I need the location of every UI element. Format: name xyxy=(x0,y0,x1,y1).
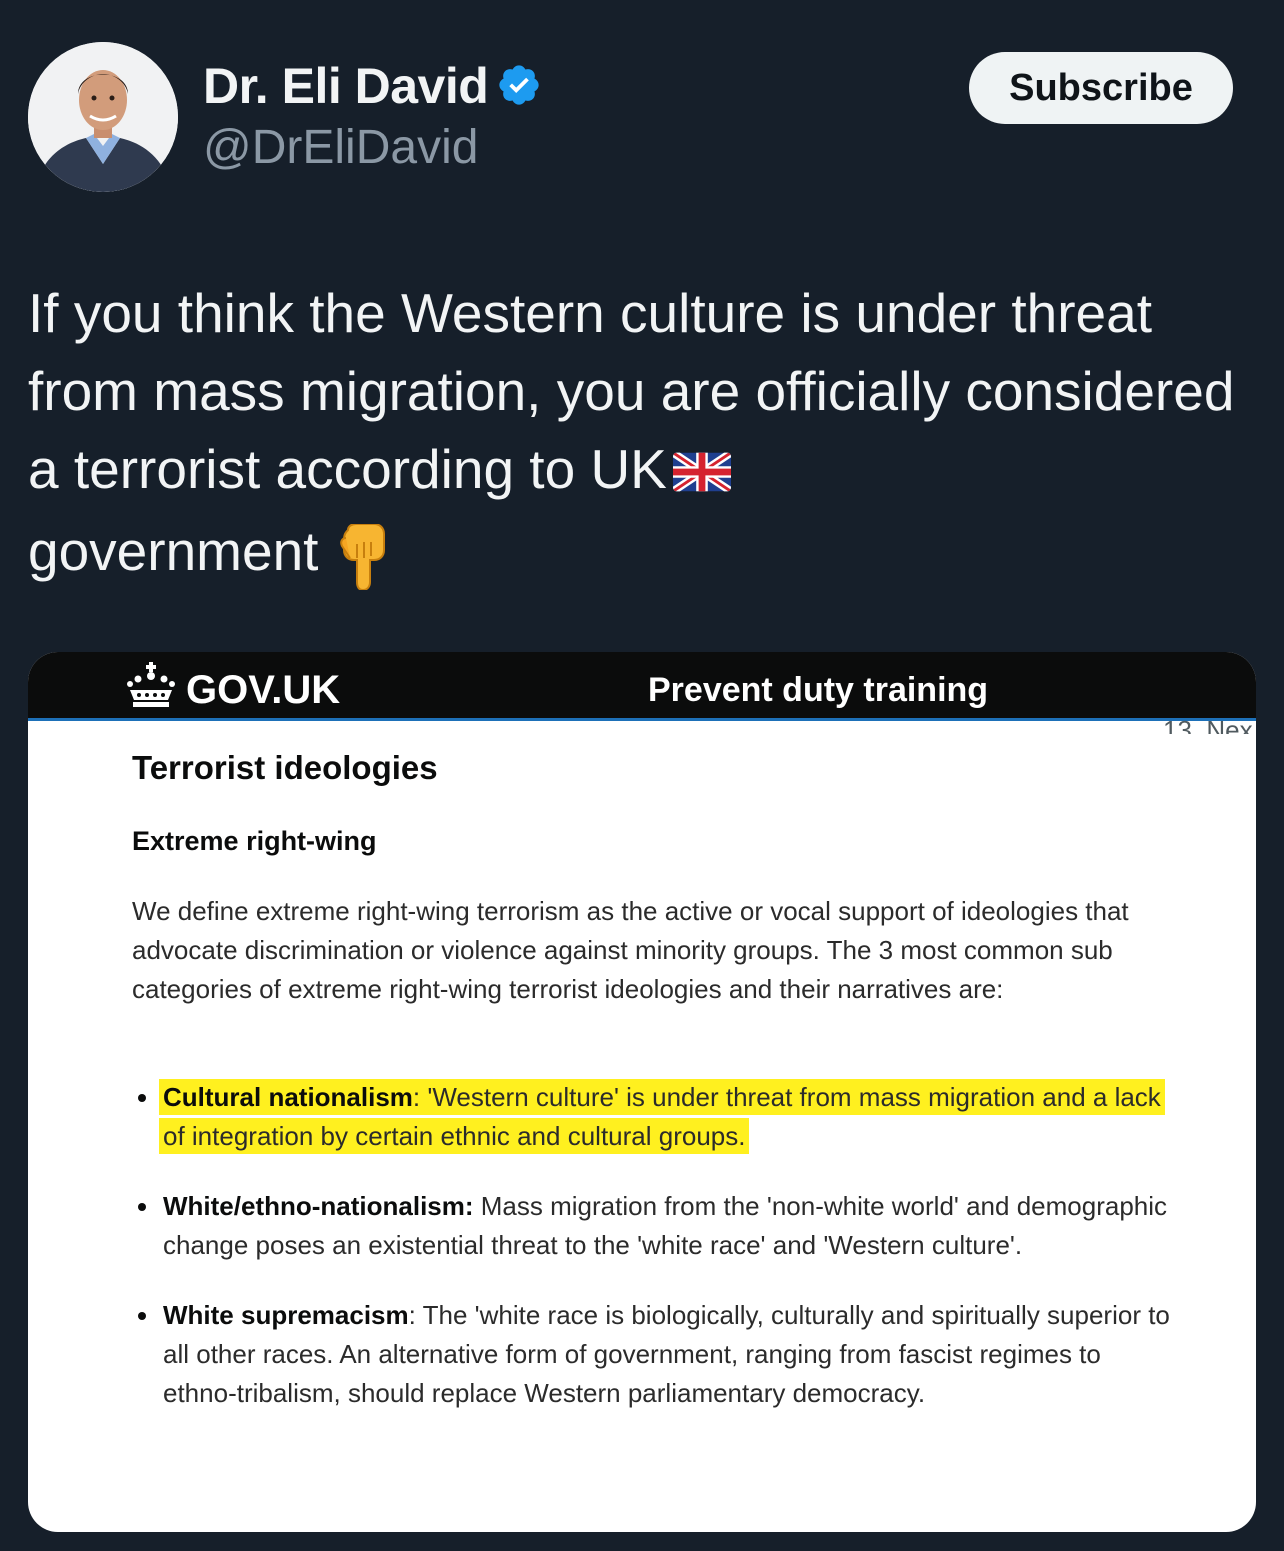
tweet-media-image[interactable]: GOV.UK Prevent duty training 13. Nex Ter… xyxy=(28,652,1256,1532)
bullet-icon xyxy=(138,1312,146,1320)
highlighted-text: Cultural nationalism: 'Western culture' … xyxy=(159,1079,1165,1154)
avatar-photo xyxy=(28,42,178,192)
crown-icon xyxy=(127,662,175,707)
backhand-index-pointing-down-icon xyxy=(340,523,386,610)
bullet-icon xyxy=(138,1094,146,1102)
tweet-text: If you think the Western culture is unde… xyxy=(28,274,1258,610)
ideology-list: Cultural nationalism: 'Western culture' … xyxy=(132,1078,1172,1413)
item-term: Cultural nationalism xyxy=(163,1082,413,1112)
item-separator: : xyxy=(408,1300,416,1330)
list-item-white-supremacism: White supremacism: The 'white race is bi… xyxy=(132,1296,1172,1413)
list-item-white-ethno-nationalism: White/ethno-nationalism: Mass migration … xyxy=(132,1187,1172,1265)
intro-paragraph: We define extreme right-wing terrorism a… xyxy=(132,896,1129,1004)
author-name[interactable]: Dr. Eli David xyxy=(203,58,489,114)
page-nav-fragment: 13. Nex xyxy=(1163,716,1253,734)
author-handle[interactable]: @DrEliDavid xyxy=(203,120,478,176)
list-item-cultural-nationalism: Cultural nationalism: 'Western culture' … xyxy=(132,1078,1172,1156)
gov-header: GOV.UK Prevent duty training xyxy=(28,652,1256,721)
verified-badge-icon xyxy=(499,65,539,105)
tweet-text-body: If you think the Western culture is unde… xyxy=(28,282,1235,500)
subsection-title: Extreme right-wing xyxy=(132,826,377,856)
item-term: White/ethno-nationalism: xyxy=(163,1191,474,1221)
gov-logo-text: GOV.UK xyxy=(186,668,341,712)
service-name: Prevent duty training xyxy=(648,671,989,709)
avatar[interactable] xyxy=(28,42,178,192)
subscribe-button[interactable]: Subscribe xyxy=(969,52,1233,124)
uk-flag-icon xyxy=(672,434,731,512)
bullet-icon xyxy=(138,1203,146,1211)
section-title: Terrorist ideologies xyxy=(132,749,438,786)
tweet-text-tail: government xyxy=(28,520,319,582)
item-term: White supremacism xyxy=(163,1300,409,1330)
